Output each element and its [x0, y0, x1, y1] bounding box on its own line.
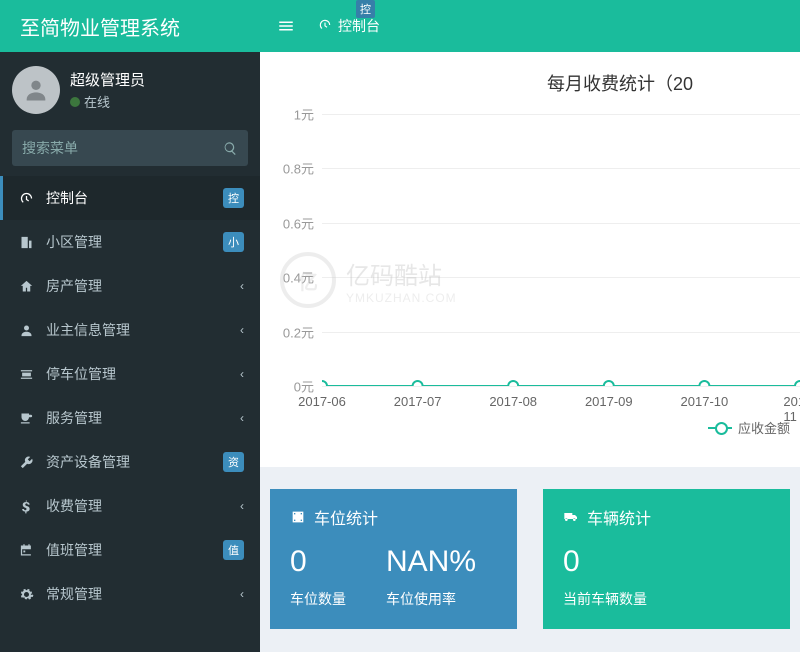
x-tick: 2017-09	[585, 394, 633, 409]
sidebar-item-2[interactable]: 房产管理‹	[0, 264, 260, 308]
y-tick: 0元	[294, 377, 314, 396]
sidebar-item-label: 常规管理	[46, 584, 240, 604]
stat-card-title: 车位统计	[290, 505, 497, 529]
cog-icon	[16, 587, 36, 602]
sidebar-item-0[interactable]: 控制台控	[0, 176, 260, 220]
y-tick: 1元	[294, 105, 314, 124]
calendar-icon	[16, 543, 36, 558]
sidebar-item-3[interactable]: 业主信息管理‹	[0, 308, 260, 352]
y-tick: 0.8元	[283, 159, 314, 178]
sidebar-toggle-button[interactable]	[266, 0, 306, 52]
y-tick: 0.4元	[283, 268, 314, 287]
legend-label: 应收金额	[738, 418, 790, 437]
stat-label: 车位数量	[290, 589, 346, 609]
building-icon	[16, 235, 36, 250]
chart-x-axis: 2017-062017-072017-082017-092017-102017-…	[322, 390, 800, 414]
y-tick: 0.6元	[283, 213, 314, 232]
x-tick: 2017-10	[681, 394, 729, 409]
sidebar-item-label: 值班管理	[46, 540, 223, 560]
x-tick: 2017-07	[394, 394, 442, 409]
grid-line	[322, 386, 800, 387]
stat-label: 当前车辆数量	[563, 589, 647, 609]
stat-value: NAN%	[386, 545, 476, 579]
x-tick: 2017-08	[489, 394, 537, 409]
chevron-left-icon: ‹	[240, 323, 244, 337]
chart-card: 每月收费统计（20 0元 0.2元 0.4元 0.6元 0.8元 1元 2017-06 20…	[260, 52, 800, 467]
topbar: 至简物业管理系统 控制台 控	[0, 0, 800, 52]
chart-legend: 应收金额	[708, 418, 790, 437]
home-icon	[16, 279, 36, 294]
legend-marker-icon	[708, 427, 732, 429]
app-logo: 至简物业管理系统	[0, 0, 260, 52]
stat-card-1: 车辆统计 0 当前车辆数量	[543, 489, 790, 629]
search-icon	[223, 141, 238, 156]
parking-icon	[16, 367, 36, 382]
avatar	[12, 66, 60, 114]
sidebar-item-label: 业主信息管理	[46, 320, 240, 340]
chevron-left-icon: ‹	[240, 499, 244, 513]
sidebar-item-5[interactable]: 服务管理‹	[0, 396, 260, 440]
search-input[interactable]	[12, 140, 213, 156]
sidebar-item-1[interactable]: 小区管理小	[0, 220, 260, 264]
sidebar-item-label: 控制台	[46, 188, 223, 208]
y-tick: 0.2元	[283, 322, 314, 341]
wrench-icon	[16, 455, 36, 470]
chart-title: 每月收费统计（20	[260, 62, 800, 102]
sidebar-item-badge: 资	[223, 452, 244, 472]
sidebar-item-6[interactable]: 资产设备管理资	[0, 440, 260, 484]
stat-label: 车位使用率	[386, 589, 476, 609]
sidebar-item-badge: 值	[223, 540, 244, 560]
sidebar-item-label: 小区管理	[46, 232, 223, 252]
sidebar-item-8[interactable]: 值班管理值	[0, 528, 260, 572]
dollar-icon	[16, 499, 36, 514]
stat-metric: 0 当前车辆数量	[563, 545, 647, 609]
chevron-left-icon: ‹	[240, 587, 244, 601]
truck-icon	[563, 509, 579, 525]
sidebar-item-7[interactable]: 收费管理‹	[0, 484, 260, 528]
dashboard-icon	[16, 191, 36, 206]
user-panel: 超级管理员 在线	[0, 52, 260, 130]
stat-metric: 0 车位数量	[290, 545, 346, 609]
stat-row: 车位统计 0 车位数量 NAN% 车位使用率 车辆统计 0 当前车辆数量	[270, 489, 790, 629]
stat-metric: NAN% 车位使用率	[386, 545, 476, 609]
status-dot-icon	[70, 97, 80, 107]
chevron-left-icon: ‹	[240, 411, 244, 425]
chevron-left-icon: ‹	[240, 279, 244, 293]
x-tick: 2017-06	[298, 394, 346, 409]
sidebar-item-label: 资产设备管理	[46, 452, 223, 472]
chart-y-axis: 0元0.2元0.4元0.6元0.8元1元	[260, 114, 320, 386]
search-box	[12, 130, 248, 166]
user-status: 在线	[70, 92, 145, 111]
menu-icon	[277, 17, 295, 35]
user-icon	[22, 76, 50, 104]
main-content: 每月收费统计（20 0元 0.2元 0.4元 0.6元 0.8元 1元 2017-06 20…	[260, 52, 800, 652]
sidebar-item-label: 收费管理	[46, 496, 240, 516]
sidebar-item-badge: 控	[223, 188, 244, 208]
sidebar: 超级管理员 在线 控制台控小区管理小房产管理‹业主信息管理‹停车位管理‹服务管理…	[0, 52, 260, 652]
sidebar-item-9[interactable]: 常规管理‹	[0, 572, 260, 616]
sidebar-item-label: 房产管理	[46, 276, 240, 296]
stat-card-0: 车位统计 0 车位数量 NAN% 车位使用率	[270, 489, 517, 629]
dashboard-icon	[318, 18, 332, 35]
sidebar-item-label: 服务管理	[46, 408, 240, 428]
chart-area: 0元0.2元0.4元0.6元0.8元1元 2017-062017-072017-…	[260, 114, 800, 414]
tab-label: 控制台	[338, 16, 380, 36]
tab-close-badge[interactable]: 控	[356, 0, 375, 18]
chevron-left-icon: ‹	[240, 367, 244, 381]
sidebar-item-label: 停车位管理	[46, 364, 240, 384]
tab-console[interactable]: 控制台	[306, 0, 392, 52]
stat-card-title: 车辆统计	[563, 505, 770, 529]
stat-value: 0	[563, 545, 647, 579]
sidebar-menu: 控制台控小区管理小房产管理‹业主信息管理‹停车位管理‹服务管理‹资产设备管理资收…	[0, 176, 260, 616]
sidebar-item-4[interactable]: 停车位管理‹	[0, 352, 260, 396]
user-icon	[16, 323, 36, 338]
film-icon	[290, 509, 306, 525]
search-button[interactable]	[213, 130, 248, 166]
stat-value: 0	[290, 545, 346, 579]
topbar-right: 控制台 控	[260, 0, 800, 52]
cup-icon	[16, 411, 36, 426]
sidebar-item-badge: 小	[223, 232, 244, 252]
user-name: 超级管理员	[70, 69, 145, 90]
chart-line	[322, 114, 800, 386]
